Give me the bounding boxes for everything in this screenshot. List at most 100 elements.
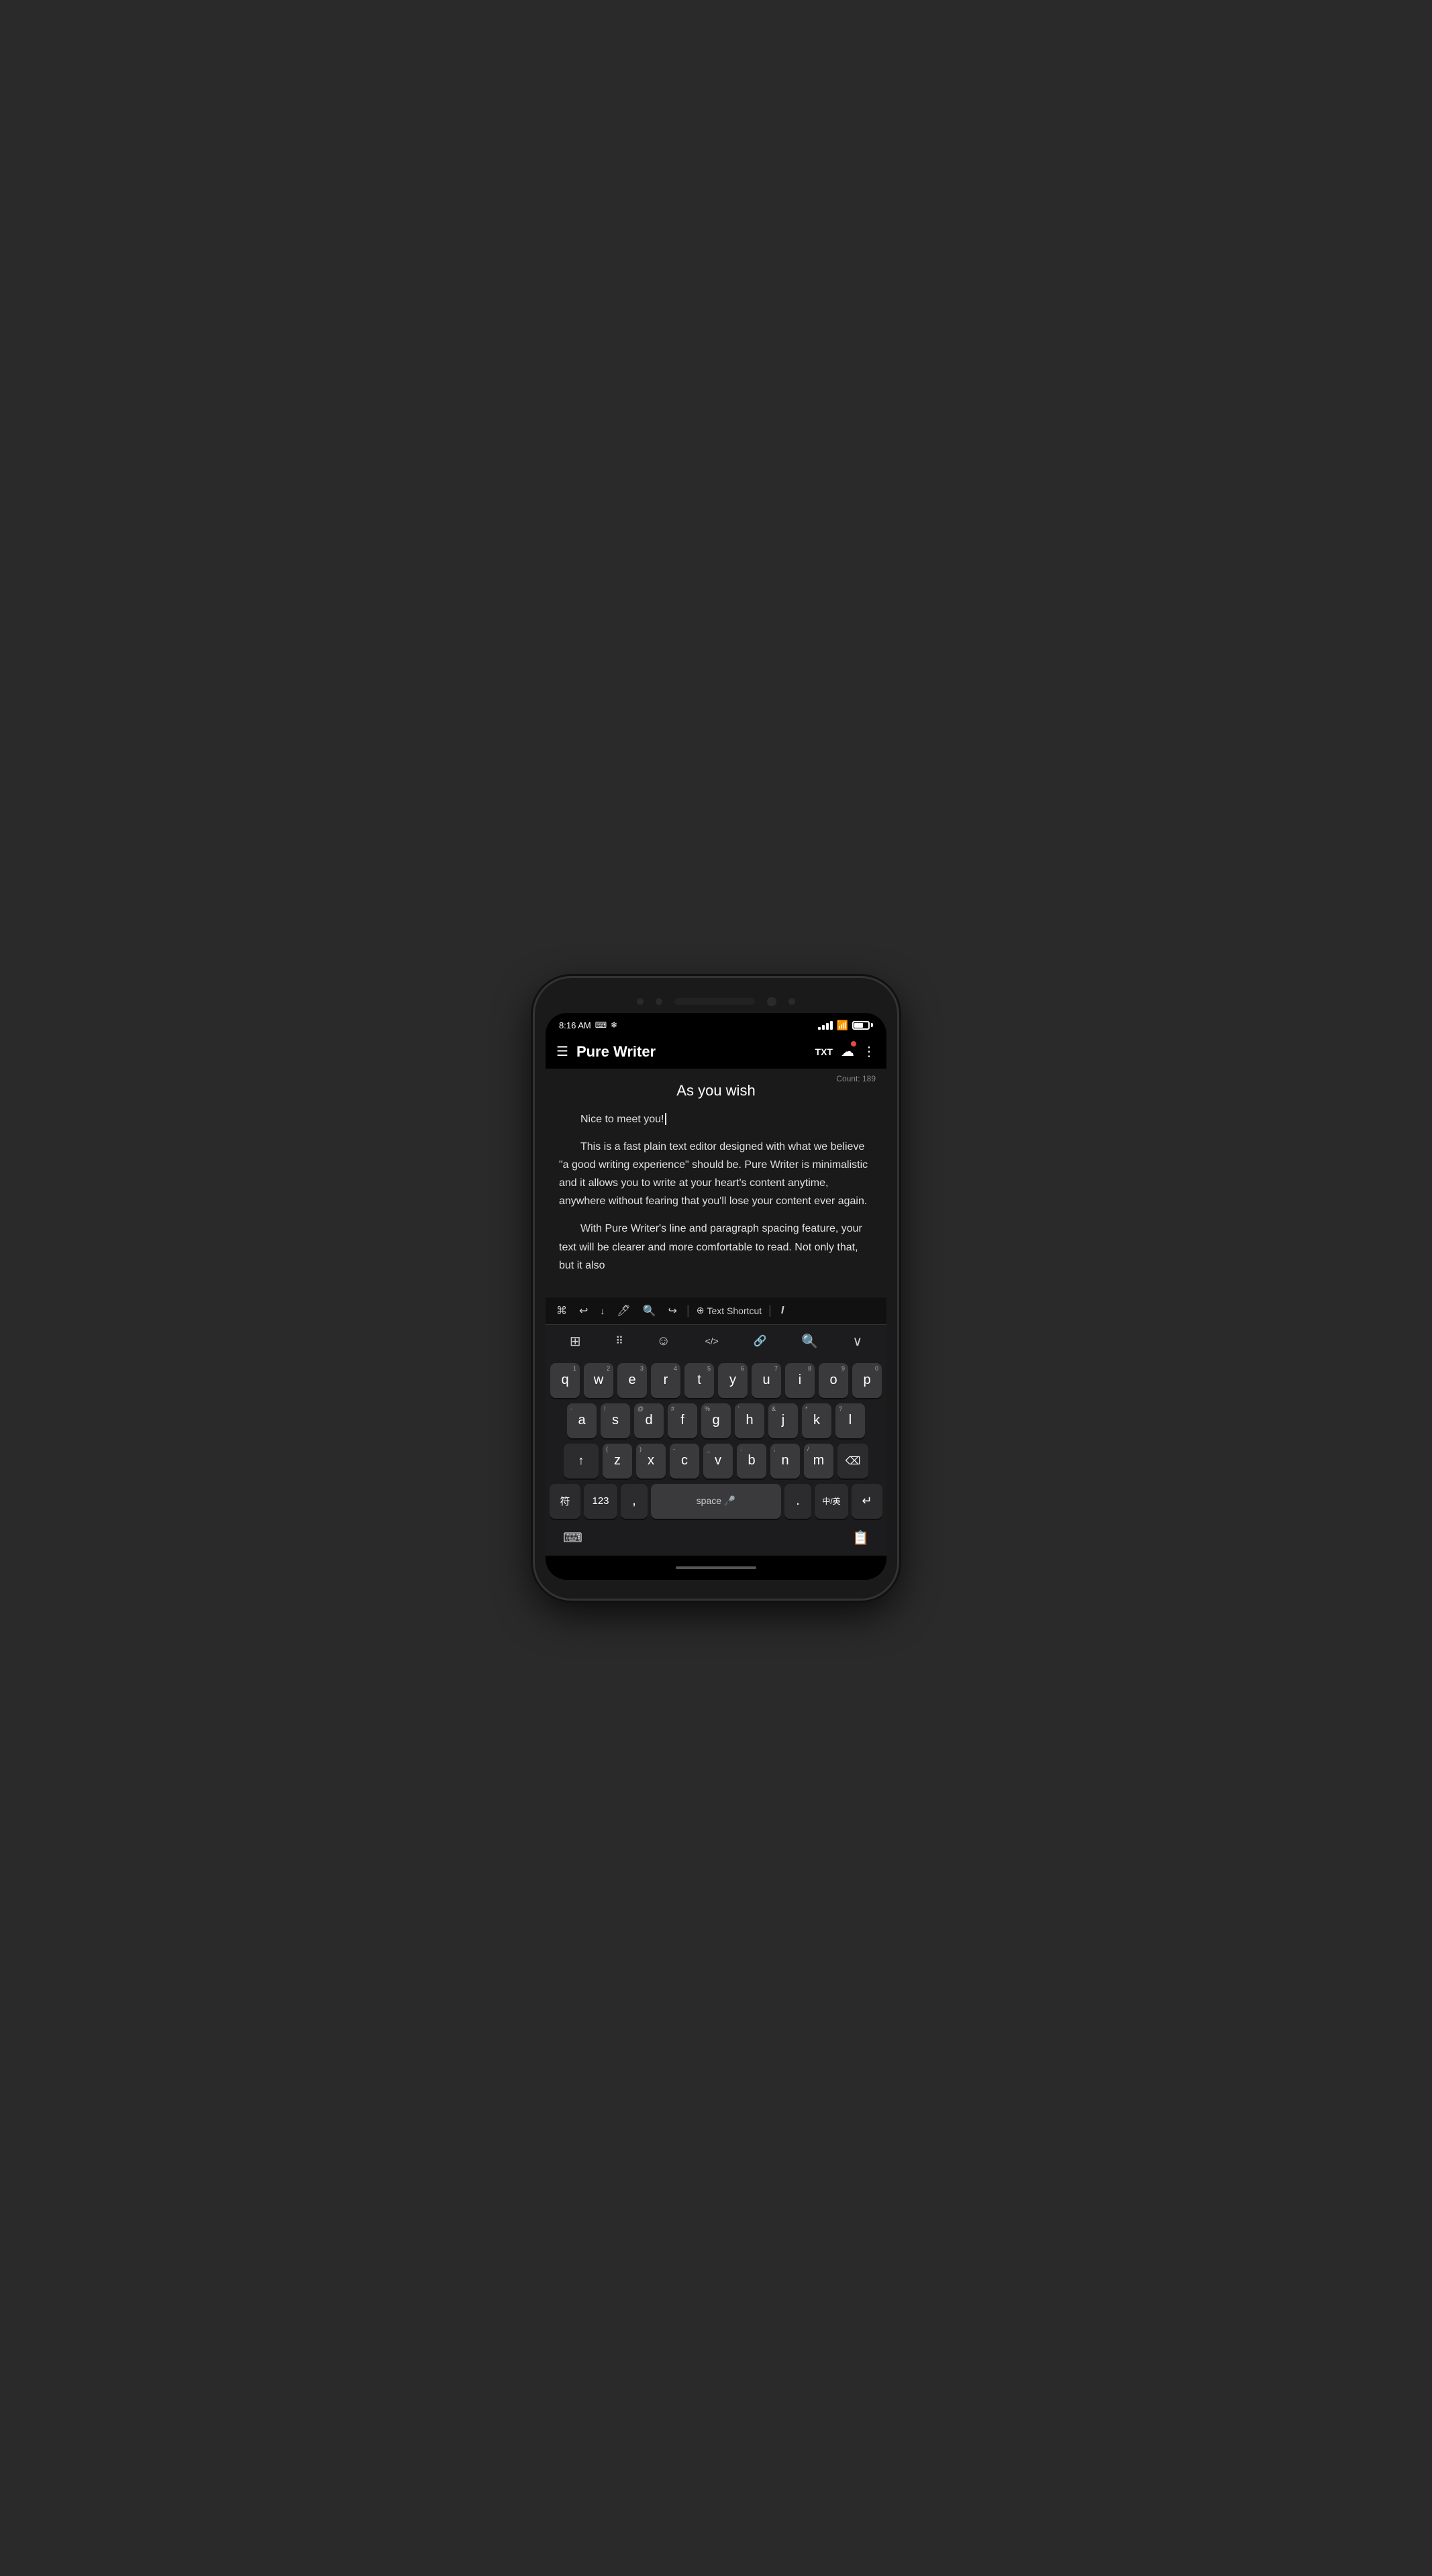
key-period[interactable]: . <box>784 1484 811 1519</box>
grid-view-button[interactable]: ⊞ <box>564 1330 586 1352</box>
phone-top-bar <box>546 997 886 1006</box>
keyboard-row-3: ↑ (z )x -c _v :b ;n /m ⌫ <box>550 1444 882 1479</box>
app-bar: ☰ Pure Writer TXT ☁ ⋮ <box>546 1035 886 1069</box>
key-q[interactable]: 1q <box>550 1363 580 1398</box>
backspace-key[interactable]: ⌫ <box>837 1444 868 1479</box>
link-button[interactable]: 🔗 <box>748 1332 772 1350</box>
signal-bar-2 <box>822 1025 825 1030</box>
editor-toolbar: ⌘ ↩ ↓ 🖊 🔍 ↪ | ⊕ Text Shortcut | I <box>546 1297 886 1324</box>
redo-button[interactable]: ↪ <box>666 1303 680 1319</box>
cursor-position-button[interactable]: I <box>778 1303 786 1318</box>
key-o[interactable]: 9o <box>819 1363 848 1398</box>
document-body[interactable]: Nice to meet you! This is a fast plain t… <box>559 1110 873 1275</box>
key-d[interactable]: @d <box>634 1403 664 1438</box>
toolbar-divider-2: | <box>768 1303 772 1318</box>
signal-bar-3 <box>826 1023 829 1030</box>
key-j[interactable]: &j <box>768 1403 798 1438</box>
cloud-sync-icon[interactable]: ☁ <box>841 1043 854 1060</box>
status-time: 8:16 AM <box>559 1020 591 1030</box>
key-l[interactable]: ?l <box>835 1403 865 1438</box>
code-button[interactable]: </> <box>700 1333 724 1349</box>
signal-icon <box>818 1021 833 1030</box>
key-i[interactable]: 8i <box>785 1363 815 1398</box>
collapse-keyboard-button[interactable]: ∨ <box>848 1330 868 1352</box>
key-x[interactable]: )x <box>636 1444 666 1479</box>
battery-fill <box>854 1023 863 1028</box>
phone-dot-2 <box>656 998 662 1005</box>
phone-screen: 8:16 AM ⌨ ❄ 📶 <box>546 1013 886 1580</box>
key-c[interactable]: -c <box>670 1444 699 1479</box>
key-w[interactable]: 2w <box>584 1363 613 1398</box>
keyboard-toggle-icon[interactable]: ⌨ <box>563 1529 582 1546</box>
phone-speaker <box>674 998 755 1005</box>
document-title: As you wish <box>559 1075 873 1110</box>
clipboard-icon[interactable]: 📋 <box>852 1529 869 1546</box>
text-shortcut-label: Text Shortcut <box>707 1305 762 1316</box>
paragraph-3: With Pure Writer's line and paragraph sp… <box>559 1220 873 1275</box>
key-s[interactable]: !s <box>601 1403 630 1438</box>
menu-icon[interactable]: ☰ <box>556 1043 568 1060</box>
key-k[interactable]: *k <box>802 1403 831 1438</box>
battery-icon <box>852 1021 873 1030</box>
battery-tip <box>871 1023 873 1027</box>
key-r[interactable]: 4r <box>651 1363 680 1398</box>
shift-key[interactable]: ↑ <box>564 1444 599 1479</box>
cmd-button[interactable]: ⌘ <box>554 1303 570 1319</box>
status-bar: 8:16 AM ⌨ ❄ 📶 <box>546 1013 886 1035</box>
key-123[interactable]: 123 <box>584 1484 617 1519</box>
cloud-badge <box>851 1041 856 1046</box>
keyboard-layout-button[interactable]: ⠿ <box>610 1332 627 1350</box>
key-m[interactable]: /m <box>804 1444 833 1479</box>
keyboard-row-2: -a !s @d #f %g 'h &j *k ?l <box>550 1403 882 1438</box>
text-cursor <box>665 1113 666 1125</box>
key-a[interactable]: -a <box>567 1403 597 1438</box>
home-indicator <box>676 1566 756 1569</box>
phone-camera <box>767 997 776 1006</box>
add-shortcut-icon: ⊕ <box>697 1305 705 1316</box>
status-left: 8:16 AM ⌨ ❄ <box>559 1020 617 1030</box>
phone-dot-left <box>637 998 644 1005</box>
phone-dot-right <box>788 998 795 1005</box>
keyboard-search-button[interactable]: 🔍 <box>796 1330 823 1352</box>
emoji-button[interactable]: ☺ <box>652 1331 676 1352</box>
key-f[interactable]: #f <box>668 1403 697 1438</box>
key-v[interactable]: _v <box>703 1444 733 1479</box>
space-key[interactable]: space 🎤 <box>651 1484 781 1519</box>
phone-device: 8:16 AM ⌨ ❄ 📶 <box>535 978 897 1599</box>
key-fu[interactable]: 符 <box>550 1484 580 1519</box>
key-n[interactable]: ;n <box>770 1444 800 1479</box>
battery-body <box>852 1021 870 1030</box>
keyboard: 1q 2w 3e 4r 5t 6y 7u 8i 9o 0p -a !s @d #… <box>546 1358 886 1556</box>
txt-button[interactable]: TXT <box>815 1046 833 1057</box>
wifi-icon: 📶 <box>837 1020 848 1031</box>
status-right: 📶 <box>818 1020 873 1031</box>
content-area[interactable]: Count: 189 As you wish Nice to meet you!… <box>546 1069 886 1297</box>
key-cn-en[interactable]: 中/英 <box>815 1484 848 1519</box>
keyboard-toolbar: ⊞ ⠿ ☺ </> 🔗 🔍 ∨ <box>546 1324 886 1358</box>
key-u[interactable]: 7u <box>752 1363 781 1398</box>
undo-button[interactable]: ↩ <box>576 1303 591 1319</box>
key-e[interactable]: 3e <box>617 1363 647 1398</box>
format-button[interactable]: 🖊 <box>614 1303 633 1319</box>
keyboard-row-4: 符 123 , space 🎤 . 中/英 ↵ <box>550 1484 882 1519</box>
key-t[interactable]: 5t <box>684 1363 714 1398</box>
key-g[interactable]: %g <box>701 1403 731 1438</box>
download-button[interactable]: ↓ <box>597 1304 607 1318</box>
key-p[interactable]: 0p <box>852 1363 882 1398</box>
more-options-icon[interactable]: ⋮ <box>862 1043 876 1060</box>
key-h[interactable]: 'h <box>735 1403 764 1438</box>
key-z[interactable]: (z <box>603 1444 632 1479</box>
search-button[interactable]: 🔍 <box>640 1303 659 1319</box>
signal-bar-4 <box>830 1021 833 1030</box>
enter-key[interactable]: ↵ <box>852 1484 882 1519</box>
app-title: Pure Writer <box>576 1043 807 1061</box>
keyboard-bottom-bar: ⌨ 📋 <box>550 1524 882 1549</box>
key-b[interactable]: :b <box>737 1444 766 1479</box>
text-shortcut-button[interactable]: ⊕ Text Shortcut <box>697 1305 762 1316</box>
paragraph-1: Nice to meet you! <box>559 1110 873 1128</box>
key-comma[interactable]: , <box>621 1484 648 1519</box>
signal-bar-1 <box>818 1027 821 1030</box>
keyboard-status-icon: ⌨ <box>595 1020 607 1030</box>
phone-bottom <box>546 1556 886 1580</box>
key-y[interactable]: 6y <box>718 1363 748 1398</box>
